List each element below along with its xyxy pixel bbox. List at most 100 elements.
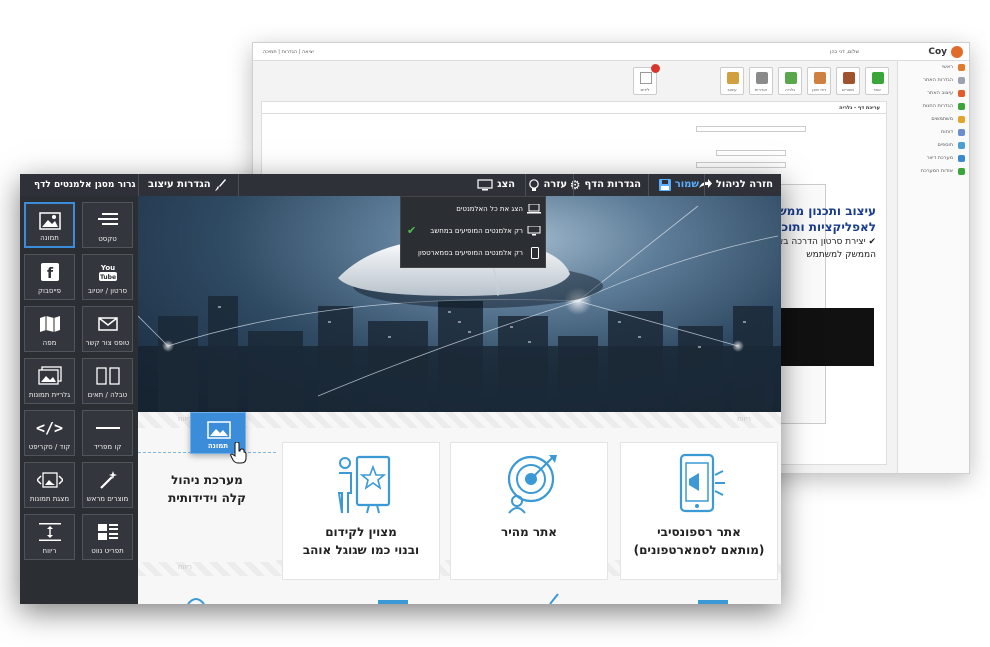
tool-news-menu[interactable]: תפריט נווט	[82, 514, 133, 560]
feature-card-seo[interactable]: מצוין לקידום ובנוי כמו שגוגל אוהב	[282, 442, 440, 580]
admin-tool-gallery[interactable]: גלריה	[778, 67, 802, 95]
feature-card-title: מצוין לקידום ובנוי כמו שגוגל אוהב	[302, 525, 420, 557]
admin-tool-design[interactable]: עיצוב	[720, 67, 744, 95]
admin-tool-leads[interactable]: לידים	[633, 64, 660, 95]
monitor-icon	[477, 179, 493, 191]
back-to-admin-button[interactable]: חזרה לניהול	[698, 174, 773, 196]
admin-side-item[interactable]: ראשי	[898, 61, 969, 74]
page-settings-button[interactable]: ⚙ הגדרות הדף	[570, 174, 641, 196]
save-button[interactable]: שמור	[658, 174, 699, 196]
admin-field[interactable]	[696, 162, 786, 168]
svg-text:You: You	[99, 264, 114, 272]
admin-tool-site[interactable]: אתר	[865, 67, 889, 95]
spacing-icon	[38, 523, 61, 541]
admin-tool-products[interactable]: מוצרים	[836, 67, 860, 95]
tool-label: אתר	[873, 87, 881, 92]
side-item-label: משתמשים	[931, 116, 953, 122]
tool-separator[interactable]: קו מפריד	[82, 410, 133, 456]
tool-label: קו מפריד	[93, 443, 122, 451]
text-lines-icon	[97, 213, 118, 225]
tool-label: תמונה	[40, 234, 59, 242]
admin-user[interactable]: שלום, דני כהן	[830, 49, 859, 55]
side-item-label: תוספים	[937, 142, 953, 148]
tool-label: ריווח	[42, 547, 57, 555]
logo-icon	[951, 46, 963, 58]
help-button[interactable]: עזרה	[529, 174, 567, 196]
admin-side-item[interactable]: עיצוב האתר	[898, 87, 969, 100]
slideshow-icon	[36, 472, 63, 488]
admin-side-item[interactable]: תוספים	[898, 139, 969, 152]
tool-spacing[interactable]: ריווח	[24, 514, 75, 560]
side-item-label: עיצוב האתר	[927, 90, 953, 96]
feature-card-title: אתר רספונסיבי (מותאם לסמארטפונים)	[633, 525, 765, 557]
tool-facebook[interactable]: f פייסבוק	[24, 254, 75, 300]
feature-card-cms[interactable]: מערכת ניהול קלה וידידותית	[138, 452, 276, 562]
admin-side-item[interactable]: מערכת דיוור	[898, 152, 969, 165]
tool-label: קוד / סקריפט	[28, 443, 71, 451]
side-item-icon	[958, 129, 965, 136]
admin-tool-settings[interactable]: הגדרות	[749, 67, 773, 95]
view-all-elements[interactable]: הצג את כל האלמנטים	[456, 199, 523, 219]
admin-side-item[interactable]: אודות המערכת	[898, 165, 969, 178]
tool-text[interactable]: טקסט	[82, 202, 133, 248]
side-item-label: אודות המערכת	[920, 168, 953, 174]
list-icon	[97, 524, 118, 540]
youtube-icon: You Tube	[98, 264, 117, 281]
side-item-icon	[958, 90, 965, 97]
target-arrow-icon	[507, 455, 557, 514]
checkmark-icon: ✔	[407, 224, 417, 237]
view-toggle-button[interactable]: הצג	[477, 174, 519, 196]
brush-icon	[214, 179, 226, 191]
view-smartphone-only[interactable]: רק אלמנטים המופיעים בסמארטפון	[418, 243, 523, 263]
feature-card-fast[interactable]: אתר מהיר	[450, 442, 608, 580]
side-item-label: מערכת דיוור	[926, 155, 953, 161]
gallery-icon	[37, 366, 62, 385]
tool-gallery[interactable]: גלריית תמונות	[24, 358, 75, 404]
tool-image[interactable]: תמונה	[24, 202, 75, 248]
feature-card-responsive[interactable]: אתר רספונסיבי (מותאם לסמארטפונים)	[620, 442, 778, 580]
help-label: עזרה	[543, 179, 567, 190]
side-item-icon	[958, 64, 965, 71]
admin-side-item[interactable]: הגדרות האתר	[898, 74, 969, 87]
back-label: חזרה לניהול	[715, 179, 773, 190]
svg-text:f: f	[46, 266, 53, 281]
tool-label: מפה	[42, 339, 57, 347]
monitor-icon	[527, 226, 541, 236]
admin-links[interactable]: יציאה | הגדרות | תמיכה	[263, 49, 314, 55]
tool-code[interactable]: </> קוד / סקריפט	[24, 410, 75, 456]
side-item-icon	[958, 116, 965, 123]
smartphone-icon	[531, 247, 539, 259]
view-desktop-only[interactable]: ✔ רק אלמנטים המופיעים במחשב	[399, 221, 523, 241]
admin-field[interactable]	[696, 126, 806, 132]
admin-side-item[interactable]: משתמשים	[898, 113, 969, 126]
tool-map[interactable]: מפה	[24, 306, 75, 352]
side-item-label: דוחות	[940, 129, 953, 135]
magic-wand-icon	[99, 471, 117, 489]
tool-video[interactable]: You Tube סרטון / יוטיוב	[82, 254, 133, 300]
side-item-icon	[958, 155, 965, 162]
tool-contact-form[interactable]: טופס צור קשר	[82, 306, 133, 352]
envelope-icon	[97, 317, 118, 331]
tool-label: לידים	[640, 87, 650, 92]
view-label: הצג	[497, 179, 515, 190]
admin-logo: Coy	[928, 47, 947, 57]
table-cells-icon	[95, 367, 120, 385]
tool-label: מוצרים מראש	[86, 495, 129, 503]
side-item-icon	[958, 142, 965, 149]
tool-label: תפריט נווט	[91, 547, 124, 555]
design-settings-button[interactable]: הגדרות עיצוב	[148, 174, 227, 196]
admin-side-item[interactable]: דוחות	[898, 126, 969, 139]
tool-products[interactable]: מוצרים מראש	[82, 462, 133, 508]
tool-slideshow[interactable]: מצגת תמונות	[24, 462, 75, 508]
admin-tool-pages[interactable]: דפי תוכן	[807, 67, 831, 95]
tool-label: סרטון / יוטיוב	[87, 287, 128, 295]
tool-table[interactable]: טבלה / תאים	[82, 358, 133, 404]
tool-label: גלריית תמונות	[28, 391, 71, 399]
admin-field[interactable]	[716, 150, 786, 156]
presenter-star-icon	[337, 455, 391, 514]
admin-side-item[interactable]: הגדרות החנות	[898, 100, 969, 113]
tool-label: עיצוב	[727, 87, 737, 92]
side-item-icon	[958, 103, 965, 110]
floppy-icon	[658, 179, 671, 191]
page-content-area: ריווח ריווח ריווח ריווח אתר רספונסיבי(מו…	[138, 412, 781, 604]
